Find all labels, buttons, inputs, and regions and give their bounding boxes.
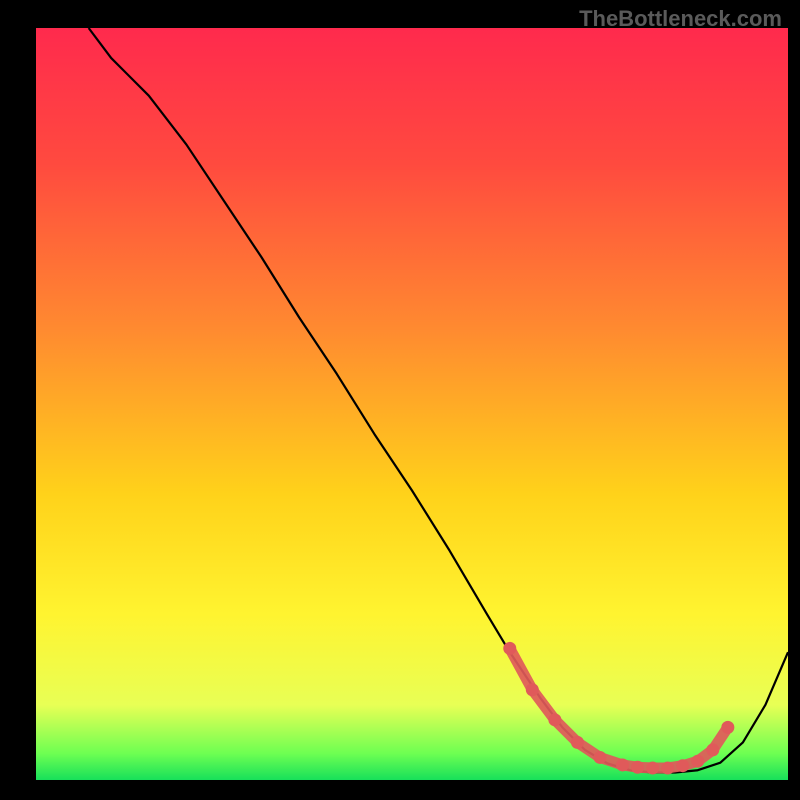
chart-container: TheBottleneck.com — [0, 0, 800, 800]
gradient-background — [36, 28, 788, 780]
watermark-text: TheBottleneck.com — [579, 6, 782, 32]
chart-svg — [0, 0, 800, 800]
